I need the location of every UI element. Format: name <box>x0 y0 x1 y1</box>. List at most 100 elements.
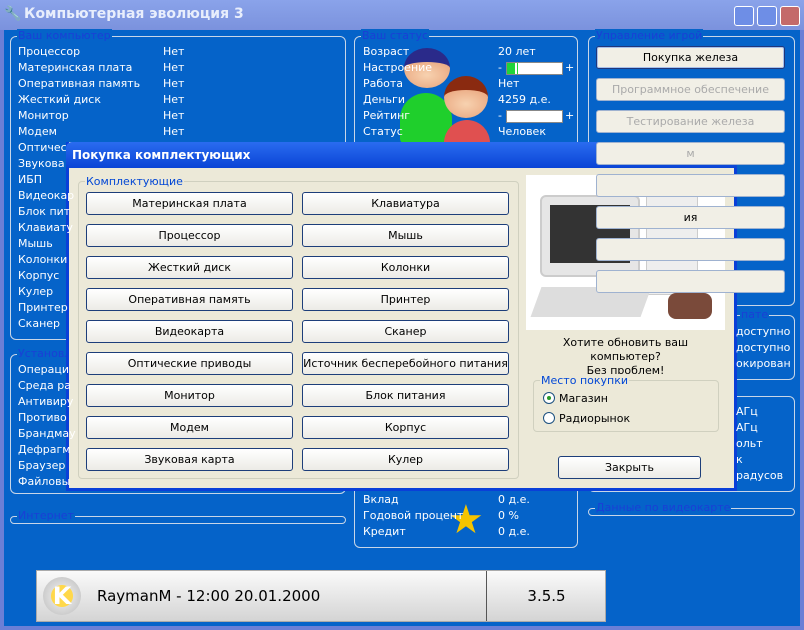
component-label: Жесткий диск <box>18 93 101 106</box>
mood-bar <box>506 62 563 75</box>
right-label: радусов <box>736 469 784 482</box>
status-label: Возраст <box>363 45 410 58</box>
status-label: Рейтинг <box>363 109 411 122</box>
radio-shop[interactable]: Магазин <box>543 392 608 405</box>
group-legend: Управление игрой <box>595 29 704 42</box>
buy-col1-button[interactable]: Звуковая карта <box>86 448 293 471</box>
close-window-button[interactable] <box>780 6 800 26</box>
control-button[interactable]: Программное обеспечение <box>596 78 785 101</box>
bank-label: Вклад <box>363 493 399 506</box>
wrench-icon: 🔧 <box>4 6 22 22</box>
buy-col2-button[interactable]: Блок питания <box>302 384 509 407</box>
right-label: доступно <box>736 325 791 338</box>
component-label: Оптичес <box>18 141 67 154</box>
group-legend: Ваш статус <box>361 29 430 42</box>
software-label: Антивиру <box>18 395 74 408</box>
component-label: Колонки <box>18 253 68 266</box>
close-dialog-button[interactable]: Закрыть <box>558 456 701 479</box>
buy-col2-button[interactable]: Кулер <box>302 448 509 471</box>
status-value: 4259 д.е. <box>498 93 551 106</box>
group-legend: пате <box>740 308 770 321</box>
component-label: Звукова <box>18 157 65 170</box>
group-legend: Установл <box>17 347 73 360</box>
radio-label: Магазин <box>559 392 608 405</box>
software-label: Браузер <box>18 459 66 472</box>
component-label: Сканер <box>18 317 61 330</box>
mood-decrease-button[interactable]: - <box>498 61 502 74</box>
right-label: доступно <box>736 341 791 354</box>
software-label: Операци <box>18 363 69 376</box>
status-label: Статус <box>363 125 403 138</box>
component-label: Монитор <box>18 109 69 122</box>
buy-col1-button[interactable]: Модем <box>86 416 293 439</box>
control-button[interactable]: Покупка железа <box>596 46 785 69</box>
right-label: АГц <box>736 421 758 434</box>
group-legend: Интернет <box>17 509 75 522</box>
mood-increase-button[interactable]: + <box>565 61 574 74</box>
status-bar: K RaymanM - 12:00 20.01.2000 3.5.5 <box>36 570 606 622</box>
component-label: Мышь <box>18 237 53 250</box>
radio-unselected-icon <box>543 412 555 424</box>
bank-value: 0 % <box>498 509 519 522</box>
component-value: Нет <box>163 109 185 122</box>
buy-col2-button[interactable]: Сканер <box>302 320 509 343</box>
rating-decrease-button[interactable]: - <box>498 109 502 122</box>
component-value: Нет <box>163 125 185 138</box>
buy-col2-button[interactable]: Принтер <box>302 288 509 311</box>
group-legend: Место покупки <box>540 374 630 387</box>
control-button[interactable] <box>596 270 785 293</box>
video-group: Данные по видеокарте <box>588 501 795 516</box>
component-label: Блок пит <box>18 205 71 218</box>
component-label: Оперативная память <box>18 77 141 90</box>
component-label: Модем <box>18 125 57 138</box>
software-label: Брандмау <box>18 427 76 440</box>
maximize-button[interactable] <box>757 6 777 26</box>
buy-col2-button[interactable]: Мышь <box>302 224 509 247</box>
status-value: Человек <box>498 125 546 138</box>
bank-label: Кредит <box>363 525 406 538</box>
component-label: Принтер <box>18 301 68 314</box>
right-label: окирован <box>736 357 791 370</box>
buy-col1-button[interactable]: Оптические приводы <box>86 352 293 375</box>
group-legend: Данные по видеокарте <box>595 501 732 514</box>
window-title: Компьютерная эволюция 3 <box>24 6 244 22</box>
rating-bar <box>506 110 563 123</box>
minimize-button[interactable] <box>734 6 754 26</box>
software-label: Среда ра <box>18 379 71 392</box>
component-value: Нет <box>163 93 185 106</box>
group-legend: Ваш компьютер <box>17 29 112 42</box>
component-label: Процессор <box>18 45 81 58</box>
bank-label: Годовой процент <box>363 509 464 522</box>
buy-col2-button[interactable]: Колонки <box>302 256 509 279</box>
component-label: Корпус <box>18 269 60 282</box>
control-button[interactable] <box>596 238 785 261</box>
buy-col2-button[interactable]: Корпус <box>302 416 509 439</box>
software-label: Дефрагм <box>18 443 71 456</box>
component-value: Нет <box>163 77 185 90</box>
control-button[interactable] <box>596 174 785 197</box>
rating-increase-button[interactable]: + <box>565 109 574 122</box>
right-label: АГц <box>736 405 758 418</box>
radio-market[interactable]: Радиорынок <box>543 412 630 425</box>
control-button[interactable]: ия <box>596 206 785 229</box>
status-label: Деньги <box>363 93 405 106</box>
kde-gear-icon: K <box>43 577 81 615</box>
status-value: 20 лет <box>498 45 536 58</box>
status-label: Настроение <box>363 61 433 74</box>
status-value: Нет <box>498 77 520 90</box>
radio-label: Радиорынок <box>559 412 631 425</box>
buy-col2-button[interactable]: Клавиатура <box>302 192 509 215</box>
control-button[interactable]: Тестирование железа <box>596 110 785 133</box>
player-datetime: RaymanM - 12:00 20.01.2000 <box>97 587 321 605</box>
control-button[interactable]: м <box>596 142 785 165</box>
component-label: ИБП <box>18 173 43 186</box>
component-value: Нет <box>163 45 185 58</box>
bank-value: 0 д.е. <box>498 493 530 506</box>
right-label: к <box>736 453 743 466</box>
version-label: 3.5.5 <box>486 571 606 621</box>
radio-selected-icon <box>543 392 555 404</box>
buy-col1-button[interactable]: Монитор <box>86 384 293 407</box>
buy-col2-button[interactable]: Источник бесперебойного питания <box>302 352 509 375</box>
component-value: Нет <box>163 61 185 74</box>
component-label: Материнская плата <box>18 61 133 74</box>
